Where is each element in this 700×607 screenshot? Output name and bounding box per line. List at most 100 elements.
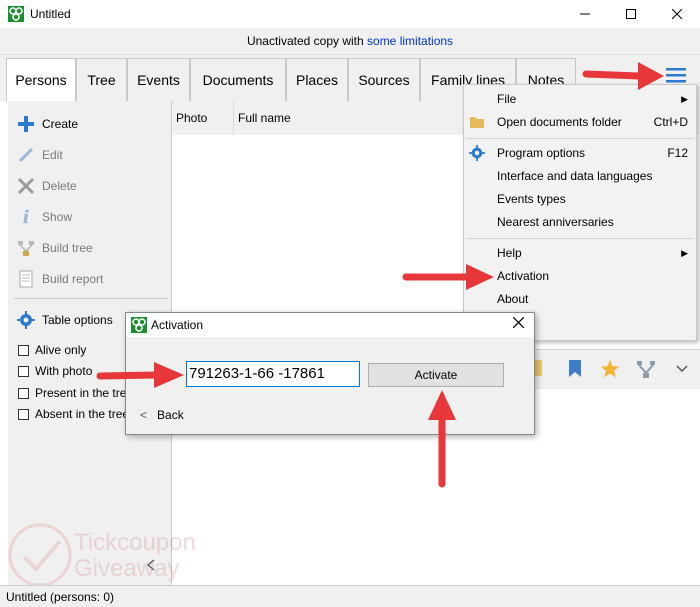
star-icon[interactable] [600, 359, 620, 379]
watermark-line-1: Tickcoupon [74, 529, 196, 556]
checkbox[interactable] [18, 344, 29, 356]
gear-icon [469, 145, 485, 161]
limitations-link[interactable]: some limitations [367, 34, 453, 48]
menu-item-shortcut: F12 [667, 146, 688, 160]
menu-item-open-documents-folder[interactable]: Open documents folder Ctrl+D [464, 111, 696, 133]
checkbox[interactable] [18, 365, 29, 377]
annotation-arrow-to-menu [582, 62, 664, 90]
menu-item-events-types[interactable]: Events types [464, 188, 696, 210]
edit-label: Edit [42, 148, 63, 162]
menu-item-label: Open documents folder [497, 115, 622, 129]
menu-item-label: Nearest anniversaries [497, 215, 614, 229]
filter-with-photo[interactable]: With photo [18, 362, 92, 380]
window-controls [562, 0, 700, 28]
watermark: Tickcoupon Giveaway [0, 515, 230, 590]
minimize-button[interactable] [562, 0, 608, 28]
hamburger-menu-icon[interactable] [666, 67, 686, 83]
unactivated-notice: Unactivated copy with some limitations [0, 28, 700, 55]
menu-item-shortcut: Ctrl+D [653, 115, 688, 129]
activation-code-field[interactable]: 791263-1-66 -17861 [186, 361, 360, 387]
tab-sources[interactable]: Sources [348, 58, 420, 101]
panel-divider [14, 298, 168, 299]
dialog-title-bar: Activation [126, 313, 534, 337]
gear-icon [16, 310, 36, 330]
back-button[interactable]: < Back [140, 408, 184, 422]
checkbox[interactable] [18, 408, 29, 420]
close-button[interactable] [654, 0, 700, 28]
build-tree-button[interactable]: Build tree [16, 237, 93, 259]
filter-alive-only[interactable]: Alive only [18, 341, 86, 359]
tab-documents[interactable]: Documents [190, 58, 286, 101]
chevron-left-icon: < [140, 408, 148, 422]
close-icon [672, 9, 682, 19]
menu-item-label: Program options [497, 146, 586, 160]
tab-events[interactable]: Events [127, 58, 190, 101]
show-label: Show [42, 210, 73, 224]
menu-item-label: About [497, 292, 529, 306]
column-header-photo[interactable]: Photo [172, 101, 234, 135]
dialog-title: Activation [151, 318, 204, 332]
annotation-arrow-to-activation [402, 264, 494, 290]
table-options-button[interactable]: Table options [16, 309, 113, 331]
create-button[interactable]: Create [16, 113, 78, 135]
tab-tree[interactable]: Tree [76, 58, 127, 101]
main-menu: File ▶ Open documents folder Ctrl+D Prog… [463, 84, 697, 341]
chevron-down-icon[interactable] [676, 364, 688, 374]
menu-separator [466, 238, 694, 239]
activation-dialog: Activation 791263-1-66 -17861 Activate <… [125, 312, 535, 435]
edit-button[interactable]: Edit [16, 144, 63, 166]
menu-item-nearest-anniversaries[interactable]: Nearest anniversaries [464, 211, 696, 233]
pencil-icon [16, 145, 36, 165]
x-icon [16, 176, 36, 196]
delete-button[interactable]: Delete [16, 175, 77, 197]
watermark-line-2: Giveaway [74, 555, 180, 582]
activate-button[interactable]: Activate [368, 363, 504, 387]
menu-item-interface-languages[interactable]: Interface and data languages [464, 165, 696, 187]
menu-item-label: Activation [497, 269, 550, 283]
build-report-button[interactable]: Build report [16, 268, 103, 290]
menu-separator [466, 138, 694, 139]
build-report-label: Build report [42, 272, 104, 286]
submenu-arrow-icon: ▶ [681, 248, 688, 258]
show-button[interactable]: i Show [16, 206, 72, 228]
menu-item-label: File [497, 92, 517, 106]
info-icon: i [22, 206, 30, 228]
checkbox[interactable] [18, 387, 29, 399]
status-text: Untitled (persons: 0) [6, 590, 115, 604]
tree-icon [16, 238, 36, 258]
filter-label: Absent in the tree [35, 407, 130, 421]
menu-item-label: Interface and data languages [497, 169, 653, 183]
details-toolbar [530, 349, 700, 389]
annotation-arrow-to-activate [428, 390, 456, 488]
filter-label: With photo [35, 364, 93, 378]
submenu-arrow-icon: ▶ [681, 94, 688, 104]
filter-absent-in-tree[interactable]: Absent in the tree [18, 405, 129, 423]
menu-item-help[interactable]: Help ▶ [464, 242, 696, 264]
menu-item-activation[interactable]: Activation [464, 265, 696, 287]
annotation-arrow-to-code [96, 362, 184, 388]
create-label: Create [42, 117, 79, 131]
menu-item-label: Help [497, 246, 522, 260]
tree-structure-icon[interactable] [636, 359, 656, 379]
report-icon [16, 269, 36, 289]
watermark-check-icon [8, 523, 72, 587]
menu-item-about[interactable]: About [464, 288, 696, 310]
maximize-icon [626, 9, 636, 19]
back-label: Back [157, 408, 184, 422]
minimize-icon [580, 13, 590, 15]
bookmark-icon[interactable] [568, 360, 582, 378]
menu-item-program-options[interactable]: Program options F12 [464, 142, 696, 164]
maximize-button[interactable] [608, 0, 654, 28]
folder-icon [470, 117, 484, 128]
status-bar: Untitled (persons: 0) [0, 585, 700, 607]
menu-item-label: Events types [497, 192, 566, 206]
window-title: Untitled [30, 7, 71, 21]
delete-label: Delete [42, 179, 77, 193]
title-bar: Untitled [0, 0, 700, 28]
notice-text: Unactivated copy with [246, 34, 368, 48]
plus-icon [16, 114, 36, 134]
bookmark-partial-icon[interactable] [534, 360, 544, 378]
dialog-close-icon[interactable] [512, 315, 525, 333]
tab-persons[interactable]: Persons [6, 58, 76, 102]
tab-places[interactable]: Places [286, 58, 348, 101]
